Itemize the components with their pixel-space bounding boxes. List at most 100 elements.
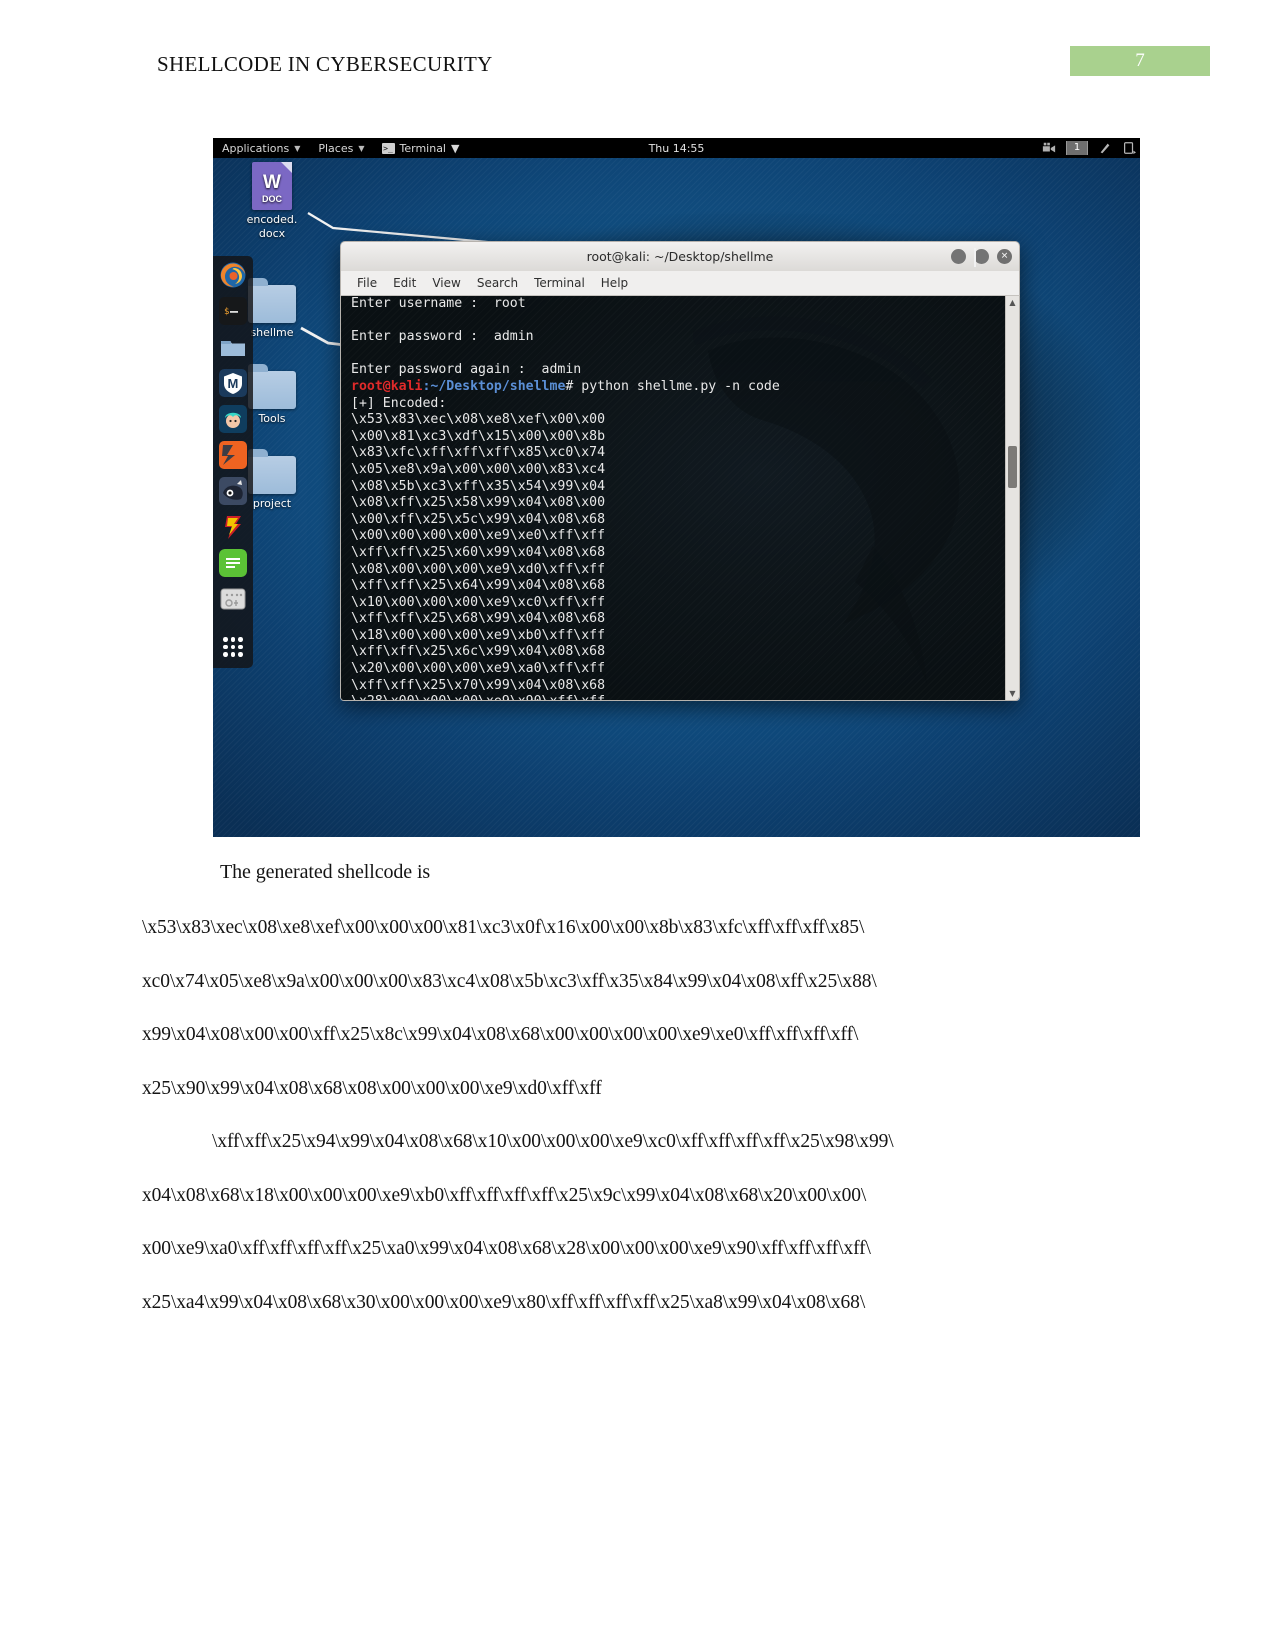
metasploit-icon[interactable]: M — [219, 369, 247, 397]
desktop-icon-encoded-docx[interactable]: W DOC encoded. docx — [235, 162, 309, 241]
desktop-icon-label: project — [252, 497, 292, 510]
menu-edit[interactable]: Edit — [386, 274, 423, 292]
screencast-icon[interactable] — [1042, 141, 1056, 155]
prompt-path: :~/Desktop/shellme — [422, 378, 566, 394]
terminal-line: \xff\xff\x25\x6c\x99\x04\x08\x68 — [351, 644, 606, 660]
menu-view[interactable]: View — [425, 274, 467, 292]
applications-menu[interactable]: Applications ▼ — [213, 138, 309, 158]
panel-clock[interactable]: Thu 14:55 — [649, 142, 705, 155]
armitage-icon[interactable] — [219, 405, 247, 433]
page-title: SHELLCODE IN CYBERSECURITY — [157, 52, 493, 76]
terminal-line: \x83\xfc\xff\xff\xff\x85\xc0\x74 — [351, 445, 606, 461]
terminal-window-button[interactable]: >_ Terminal ▼ — [374, 138, 468, 158]
terminal-line: \x08\x00\x00\x00\xe9\xd0\xff\xff — [351, 561, 606, 577]
desktop-icon-label: encoded. — [246, 213, 298, 226]
text-editor-icon[interactable] — [219, 549, 247, 577]
terminal-icon: >_ — [381, 142, 395, 154]
docx-file-icon: W DOC — [252, 162, 292, 210]
menu-file[interactable]: File — [350, 274, 384, 292]
terminal-icon[interactable]: $ — [219, 297, 247, 325]
terminal-window-label: Terminal — [399, 141, 447, 155]
embedded-screenshot: Applications ▼ Places ▼ >_ Terminal ▼ Th… — [213, 138, 1140, 837]
desktop-icon-label-2: docx — [258, 226, 286, 240]
document-header: SHELLCODE IN CYBERSECURITY 7 — [0, 46, 1275, 92]
menu-terminal[interactable]: Terminal — [527, 274, 592, 292]
terminal-title: root@kali: ~/Desktop/shellme — [586, 249, 774, 264]
prompt-user: root@kali — [351, 378, 423, 394]
places-menu-label: Places — [318, 141, 354, 155]
page-number-badge: 7 — [1070, 46, 1210, 76]
terminal-line: \x08\x5b\xc3\xff\x35\x54\x99\x04 — [351, 478, 606, 494]
shellcode-line: x99\x04\x08\x00\x00\xff\x25\x8c\x99\x04\… — [142, 1024, 859, 1045]
shellcode-line: xc0\x74\x05\xe8\x9a\x00\x00\x00\x83\xc4\… — [142, 970, 877, 992]
terminal-line: \x53\x83\xec\x08\xe8\xef\x00\x00 — [351, 412, 606, 428]
shellcode-line: x04\x08\x68\x18\x00\x00\x00\xe9\xb0\xff\… — [142, 1184, 867, 1206]
workspace-indicator[interactable]: 1 — [1066, 141, 1088, 155]
terminal-body[interactable]: Enter username : root Enter password : a… — [340, 296, 1020, 701]
terminal-line: \x00\x00\x00\x00\xe9\xe0\xff\xff — [351, 528, 606, 544]
terminal-line: [+] Encoded: — [351, 395, 447, 411]
shellcode-line: x25\xa4\x99\x04\x08\x68\x30\x00\x00\x00\… — [142, 1291, 866, 1313]
prompt-command: # python shellme.py -n code — [565, 378, 780, 394]
terminal-line: \x18\x00\x00\x00\xe9\xb0\xff\xff — [351, 627, 606, 643]
terminal-window[interactable]: root@kali: ~/Desktop/shellme ✕ File Edit… — [340, 241, 1020, 701]
places-menu[interactable]: Places ▼ — [309, 138, 373, 158]
terminal-line: \x08\xff\x25\x58\x99\x04\x08\x00 — [351, 495, 606, 511]
shellcode-paragraphs: \x53\x83\xec\x08\xe8\xef\x00\x00\x00\x81… — [0, 918, 1275, 1312]
terminal-line: \xff\xff\x25\x64\x99\x04\x08\x68 — [351, 578, 606, 594]
gnome-top-panel: Applications ▼ Places ▼ >_ Terminal ▼ Th… — [213, 138, 1140, 158]
applications-menu-label: Applications — [222, 141, 290, 155]
minimize-button[interactable] — [951, 249, 966, 264]
shellcode-line: \x53\x83\xec\x08\xe8\xef\x00\x00\x00\x81… — [142, 917, 865, 938]
burpsuite-icon[interactable] — [219, 441, 247, 469]
desktop-icon-label: shellme — [250, 326, 294, 339]
terminal-output: Enter username : root Enter password : a… — [351, 296, 997, 700]
terminal-line: Enter password : admin — [351, 329, 534, 345]
folder-icon — [248, 278, 296, 323]
caption-paragraph: The generated shellcode is — [220, 861, 431, 883]
folder-icon — [248, 449, 296, 494]
maximize-button[interactable] — [974, 248, 989, 267]
terminal-scrollbar[interactable]: ▲ ▼ — [1005, 296, 1019, 700]
terminal-line: \x10\x00\x00\x00\xe9\xc0\xff\xff — [351, 594, 606, 610]
terminal-line: \xff\xff\x25\x68\x99\x04\x08\x68 — [351, 611, 606, 627]
beef-icon[interactable] — [219, 477, 247, 505]
terminal-line: \x05\xe8\x9a\x00\x00\x00\x83\xc4 — [351, 461, 606, 477]
menu-search[interactable]: Search — [470, 274, 525, 292]
shellcode-line: \xff\xff\x25\x94\x99\x04\x08\x68\x10\x00… — [212, 1131, 894, 1152]
terminal-titlebar[interactable]: root@kali: ~/Desktop/shellme ✕ — [340, 241, 1020, 271]
chevron-down-icon: ▼ — [451, 141, 460, 155]
terminal-prompt-line: root@kali:~/Desktop/shellme# python shel… — [351, 379, 997, 396]
brightness-icon[interactable] — [1098, 141, 1112, 155]
menu-help[interactable]: Help — [594, 274, 635, 292]
power-icon[interactable] — [1122, 141, 1136, 155]
shellcode-line: x00\xe9\xa0\xff\xff\xff\xff\x25\xa0\x99\… — [142, 1238, 871, 1259]
terminal-line: Enter username : root — [351, 296, 526, 311]
files-icon[interactable] — [219, 333, 247, 361]
close-button[interactable]: ✕ — [997, 249, 1012, 264]
firefox-icon[interactable] — [219, 261, 247, 289]
svg-text:$: $ — [224, 307, 229, 317]
document-body: The generated shellcode is \x53\x83\xec\… — [0, 862, 1275, 1346]
terminal-line: \x00\xff\x25\x5c\x99\x04\x08\x68 — [351, 511, 606, 527]
page-number-value: 7 — [1135, 50, 1145, 71]
show-applications-icon[interactable] — [219, 633, 247, 661]
terminal-line: \x00\x81\xc3\xdf\x15\x00\x00\x8b — [351, 428, 606, 444]
scrollbar-thumb[interactable] — [1008, 446, 1017, 488]
terminal-line: \x28\x00\x00\x00\xe9\x90\xff\xff — [351, 694, 997, 700]
folder-icon — [248, 364, 296, 409]
terminal-line: \xff\xff\x25\x70\x99\x04\x08\x68 — [351, 677, 606, 693]
faraday-icon[interactable] — [219, 513, 247, 541]
chevron-down-icon: ▼ — [294, 143, 301, 153]
window-controls: ✕ — [951, 248, 1012, 267]
shellcode-line: x25\x90\x99\x04\x08\x68\x08\x00\x00\x00\… — [142, 1077, 602, 1099]
settings-icon[interactable] — [219, 585, 247, 613]
scroll-down-arrow[interactable]: ▼ — [1006, 687, 1019, 700]
terminal-menubar: File Edit View Search Terminal Help — [340, 271, 1020, 296]
terminal-line: \xff\xff\x25\x60\x99\x04\x08\x68 — [351, 544, 606, 560]
scroll-up-arrow[interactable]: ▲ — [1006, 296, 1019, 309]
terminal-line: \x20\x00\x00\x00\xe9\xa0\xff\xff — [351, 661, 606, 677]
svg-text:M: M — [228, 376, 239, 391]
